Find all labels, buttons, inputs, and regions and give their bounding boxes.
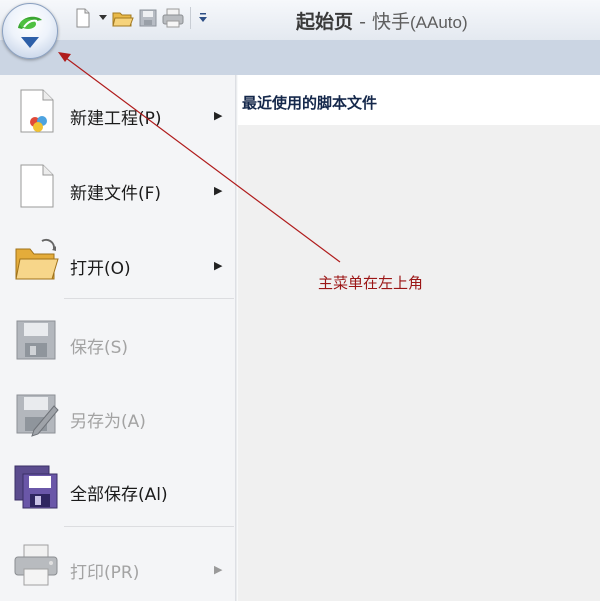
new-document-icon [76, 8, 90, 28]
menu-item-save[interactable]: 保存(S) [0, 304, 235, 376]
qat-save-button[interactable] [137, 5, 159, 31]
menu-item-label: 打开(O) [70, 259, 131, 279]
menu-item-save-all[interactable]: 全部保存(Al) [0, 451, 235, 523]
recent-files-title: 最近使用的脚本文件 [242, 94, 378, 112]
save-as-icon [16, 394, 59, 437]
recent-files-header: 最近使用的脚本文件 [238, 75, 600, 125]
qat-separator [190, 7, 191, 29]
menu-item-label: 保存(S) [70, 338, 129, 358]
new-project-icon [20, 89, 54, 133]
menu-item-label: 新建工程(P) [70, 109, 162, 129]
save-icon [139, 9, 157, 27]
app-name-en: (AAuto) [409, 13, 468, 32]
submenu-arrow-icon: ▶ [214, 259, 223, 272]
menu-item-save-as[interactable]: 另存为(A) [0, 378, 235, 450]
dropdown-arrow-icon [99, 15, 107, 20]
customize-arrow-icon [199, 13, 207, 22]
menu-divider [64, 526, 234, 527]
app-name: 快手 [371, 11, 410, 33]
save-all-icon [14, 465, 58, 509]
open-folder-icon [15, 238, 59, 280]
annotation-text: 主菜单在左上角 [318, 274, 424, 292]
menu-item-new-project[interactable]: 新建工程(P) ▶ [0, 75, 235, 147]
qat-print-button[interactable] [162, 5, 184, 31]
menu-item-label: 新建文件(F) [70, 184, 162, 204]
menu-item-label: 另存为(A) [70, 412, 146, 432]
menu-divider [64, 298, 234, 299]
title-bar: 起始页 - 快手(AAuto) [0, 0, 600, 40]
menu-item-label: 全部保存(Al) [70, 485, 168, 505]
print-icon [14, 544, 58, 586]
qat-new-button[interactable] [72, 5, 94, 31]
title-separator: - [359, 11, 366, 33]
page-title: 起始页 [296, 11, 354, 33]
window-title: 起始页 - 快手(AAuto) [296, 7, 468, 34]
menu-item-open[interactable]: 打开(O) ▶ [0, 225, 235, 297]
open-folder-icon [112, 12, 134, 27]
qat-open-button[interactable] [112, 5, 134, 31]
submenu-arrow-icon: ▶ [214, 184, 223, 197]
app-logo-icon [18, 16, 42, 48]
recent-files-pane: 最近使用的脚本文件 [238, 75, 600, 601]
recent-files-list[interactable] [238, 125, 600, 601]
application-menu: 新建工程(P) ▶ 新建文件(F) ▶ 打开(O) ▶ 保存(S) 另存为(A)… [0, 75, 235, 601]
submenu-arrow-icon: ▶ [214, 109, 223, 122]
menu-item-label: 打印(PR) [70, 563, 140, 583]
printer-icon [162, 8, 184, 28]
ribbon-strip [0, 40, 600, 75]
new-file-icon [20, 164, 54, 208]
qat-new-dropdown[interactable] [97, 5, 109, 31]
quick-access-toolbar [72, 0, 209, 36]
save-icon [16, 320, 56, 360]
menu-item-print[interactable]: 打印(PR) ▶ [0, 529, 235, 601]
submenu-arrow-icon: ▶ [214, 563, 223, 576]
application-menu-button[interactable] [2, 3, 58, 59]
qat-customize-dropdown[interactable] [197, 5, 209, 31]
menu-item-new-file[interactable]: 新建文件(F) ▶ [0, 150, 235, 222]
